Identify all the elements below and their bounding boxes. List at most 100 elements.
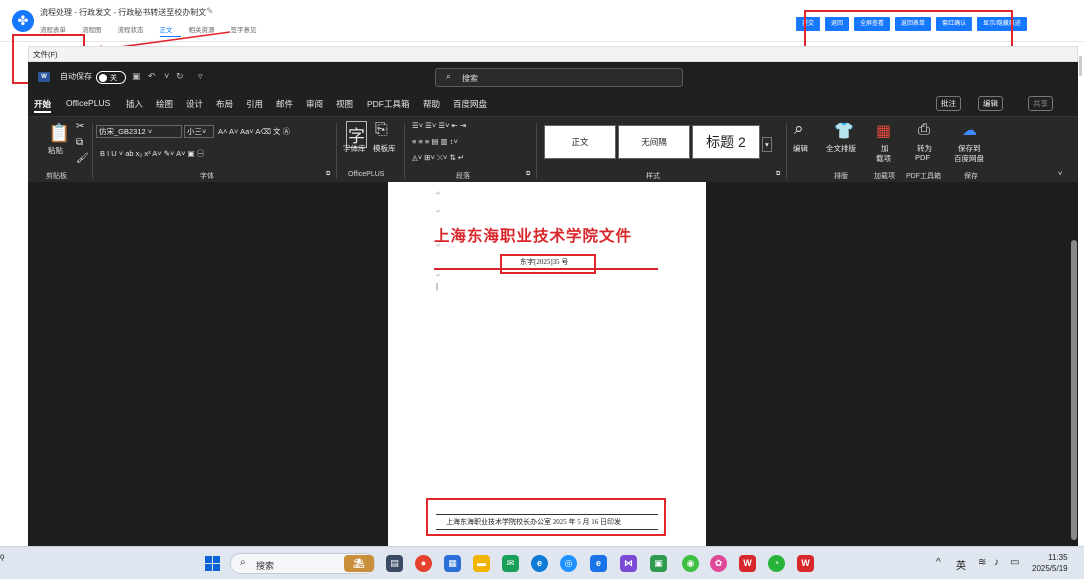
grow-font-icon[interactable]: A˄ A˅ Aa˅ A⌫ 文 Ⓐ xyxy=(218,126,290,137)
chrome-icon[interactable]: ● xyxy=(415,555,432,572)
tab-view[interactable]: 视图 xyxy=(336,98,353,110)
tab-baidu-netdisk[interactable]: 百度网盘 xyxy=(453,98,487,110)
format-painter-icon[interactable]: 🖌 xyxy=(76,153,89,164)
paste-label[interactable]: 粘贴 xyxy=(48,145,63,156)
tab-references[interactable]: 引用 xyxy=(246,98,263,110)
edit-pencil-icon[interactable]: ✎ xyxy=(206,6,214,17)
template-library-icon[interactable]: ⎘ xyxy=(375,121,388,139)
tab-officeplus[interactable]: OfficePLUS xyxy=(66,98,110,108)
ime-indicator[interactable]: 英 xyxy=(956,557,966,572)
tab-form[interactable]: 流程表单 xyxy=(40,24,74,37)
comments-button[interactable]: 批注 xyxy=(936,96,961,111)
word-search-input[interactable]: ⌕ 搜索 xyxy=(435,68,683,87)
styles-expand-icon[interactable]: ▾ xyxy=(762,137,772,152)
copy-icon[interactable]: ⧉ xyxy=(76,137,83,148)
baidu-cloud-icon[interactable]: ☁ xyxy=(962,121,977,139)
font-size-select[interactable]: 小三˅ xyxy=(184,125,214,138)
tab-pdf-tools[interactable]: PDF工具箱 xyxy=(367,98,410,110)
tab-home[interactable]: 开始 xyxy=(34,98,52,113)
back-to-form-button[interactable]: 返回表单 xyxy=(895,17,932,31)
template-library-label[interactable]: 模板库 xyxy=(373,143,396,154)
customize-toolbar-icon[interactable]: ▿ xyxy=(198,71,203,82)
widget-icon[interactable]: ⛱ xyxy=(344,555,374,572)
save-icon[interactable]: ▣ xyxy=(132,71,141,82)
battery-icon[interactable]: ▭ xyxy=(1010,557,1019,568)
return-button[interactable]: 退回 xyxy=(825,17,850,31)
font-name-select[interactable]: 仿宋_GB2312 ˅ xyxy=(96,125,182,138)
editing-mode-button[interactable]: 编辑 xyxy=(978,96,1003,111)
paragraph-mark: ↵ xyxy=(436,209,442,215)
collapse-ribbon-icon[interactable]: ˅ xyxy=(1058,169,1062,178)
submit-button[interactable]: 提交 xyxy=(796,17,821,31)
wifi-icon[interactable]: ≋ xyxy=(978,557,986,568)
share-button[interactable]: 共享 xyxy=(1028,96,1053,111)
page-scrollbar[interactable] xyxy=(1078,46,1084,546)
tab-help[interactable]: 帮助 xyxy=(423,98,440,110)
word-titlebar: W 自动保存 关 ▣ ↶ ˅ ↻ ▿ ⌕ 搜索 xyxy=(28,62,1078,92)
redo-icon[interactable]: ↻ xyxy=(176,71,184,82)
tab-layout[interactable]: 布局 xyxy=(216,98,233,110)
chrome-green-icon[interactable]: ◉ xyxy=(682,555,699,572)
toggle-revisions-button[interactable]: 显示/隐藏痕迹 xyxy=(977,17,1027,31)
volume-icon[interactable]: ♪ xyxy=(994,557,999,568)
wps-writer-icon[interactable]: W xyxy=(797,555,814,572)
layout-shirt-icon[interactable]: 👕 xyxy=(834,121,854,141)
document-heading: 上海东海职业技术学院文件 xyxy=(434,226,633,245)
vertical-scrollbar[interactable] xyxy=(1070,182,1078,546)
browser-icon[interactable]: ◎ xyxy=(560,555,577,572)
paste-icon[interactable]: 📋 xyxy=(48,123,70,144)
ribbon-divider xyxy=(336,123,337,179)
style-heading-2[interactable]: 标题 2 xyxy=(692,125,760,159)
fullscreen-button[interactable]: 全屏查看 xyxy=(854,17,891,31)
tab-draw[interactable]: 绘图 xyxy=(156,98,173,110)
shading-icons[interactable]: ◬˅ ⊞˅ ⤬˅ ⇅ ↵ xyxy=(412,153,464,163)
tray-expand-icon[interactable]: ^ xyxy=(936,557,941,568)
edge-icon[interactable]: e xyxy=(531,555,548,572)
align-icons[interactable]: ≡ ≡ ≡ ▤ ▥ ↕˅ xyxy=(412,137,458,146)
style-normal[interactable]: 正文 xyxy=(544,125,616,159)
document-page[interactable]: ↵ ↵ 上海东海职业技术学院文件 ↵ 东字[2025]35 号 ↵ | 上海东海… xyxy=(388,182,706,546)
ribbon-divider xyxy=(536,123,537,179)
full-layout-label[interactable]: 全文排版 xyxy=(826,143,856,154)
wechat-icon[interactable]: ◔ xyxy=(768,555,785,572)
styles-dialog-launcher-icon[interactable]: ⧉ xyxy=(776,171,780,178)
edit-label[interactable]: 编辑 xyxy=(793,143,808,154)
tab-design[interactable]: 设计 xyxy=(186,98,203,110)
font-library-label[interactable]: 字体库 xyxy=(343,143,366,154)
undo-icon[interactable]: ↶ xyxy=(148,71,156,82)
desktop-icon[interactable]: ▤ xyxy=(386,555,403,572)
group-officeplus: OfficePLUS xyxy=(348,171,385,178)
scrollbar-thumb[interactable] xyxy=(1071,240,1077,540)
pdf-icon[interactable]: ⎙ xyxy=(918,121,930,138)
clock[interactable]: 11:35 2025/5/19 xyxy=(1032,552,1068,574)
app-green-icon[interactable]: ▣ xyxy=(650,555,667,572)
tab-mailings[interactable]: 邮件 xyxy=(276,98,293,110)
style-no-spacing[interactable]: 无间隔 xyxy=(618,125,690,159)
convert-pdf-label-2[interactable]: PDF xyxy=(915,153,930,162)
ie-icon[interactable]: e xyxy=(590,555,607,572)
wps-icon[interactable]: W xyxy=(739,555,756,572)
red-head-confirm-button[interactable]: 套红确认 xyxy=(936,17,973,31)
colorful-app-icon[interactable]: ✿ xyxy=(710,555,727,572)
store-icon[interactable]: ▦ xyxy=(444,555,461,572)
cut-icon[interactable]: ✂ xyxy=(76,121,84,132)
start-icon[interactable] xyxy=(205,556,220,571)
file-menu[interactable]: 文件(F) xyxy=(33,49,58,60)
paragraph-dialog-launcher-icon[interactable]: ⧉ xyxy=(526,171,530,178)
list-icons[interactable]: ☰˅ ☰˅ ☰˅ ⇤ ⇥ xyxy=(412,121,466,130)
autosave-toggle[interactable]: 关 xyxy=(96,71,126,84)
tab-sign-comments[interactable]: 签字意见 xyxy=(231,24,265,37)
addins-label-2[interactable]: 载项 xyxy=(876,153,891,164)
mail-icon[interactable]: ✉ xyxy=(502,555,519,572)
addins-grid-icon[interactable]: ▦ xyxy=(876,121,891,141)
vs-icon[interactable]: ⋈ xyxy=(620,555,637,572)
format-icons[interactable]: B I U ˅ ab x₂ x² A˅ ✎˅ A˅ ▣ ㊀ xyxy=(100,148,204,159)
font-dialog-launcher-icon[interactable]: ⧉ xyxy=(326,171,330,178)
tab-insert[interactable]: 插入 xyxy=(126,98,143,110)
save-netdisk-label-2[interactable]: 百度网盘 xyxy=(954,153,984,164)
page-scrollbar-thumb[interactable] xyxy=(1079,56,1082,76)
dropdown-chevron-icon[interactable]: ˅ xyxy=(164,71,169,81)
folder-icon[interactable]: ▬ xyxy=(473,555,490,572)
find-icon[interactable]: ⌕ xyxy=(794,119,804,139)
tab-review[interactable]: 审阅 xyxy=(306,98,323,110)
